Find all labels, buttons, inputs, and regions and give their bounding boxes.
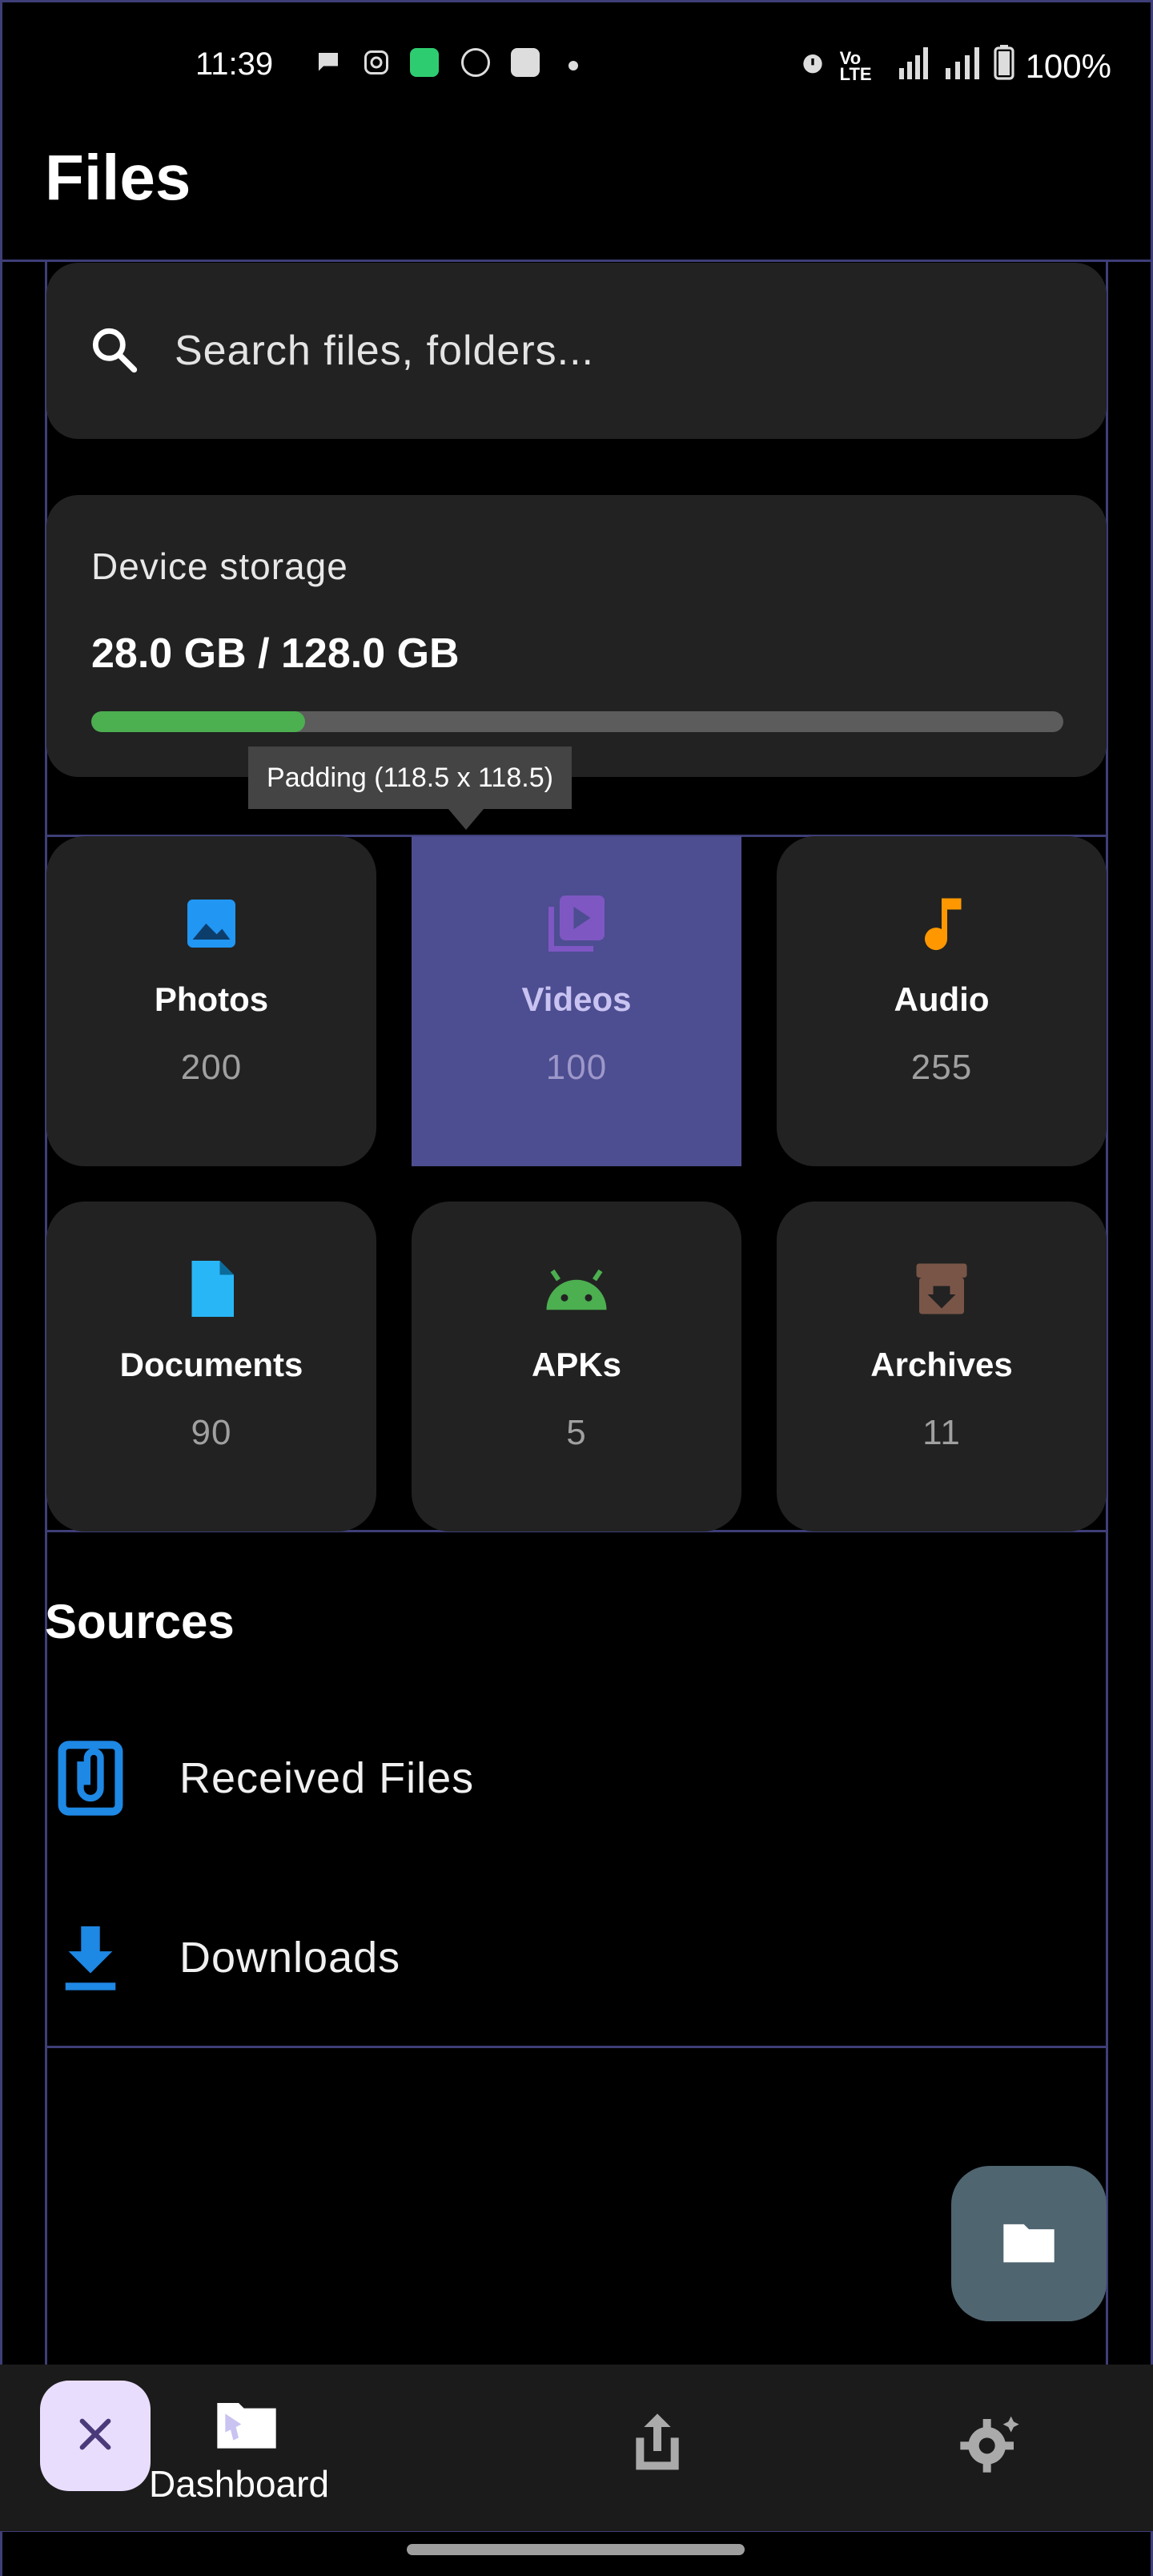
- app-notification-icon: [410, 48, 439, 77]
- category-name: APKs: [531, 1346, 622, 1383]
- category-count: 90: [191, 1413, 232, 1452]
- video-library-icon: [540, 888, 613, 960]
- message-icon: [314, 48, 343, 77]
- sources-title: Sources: [45, 1595, 235, 1648]
- category-count: 200: [180, 1048, 243, 1087]
- page-title: Files: [45, 142, 191, 213]
- folder-icon: [998, 2212, 1059, 2276]
- status-right: Vo LTE 100%: [797, 45, 1111, 88]
- source-label: Downloads: [179, 1934, 401, 1982]
- storage-value: 28.0 GB / 128.0 GB: [91, 630, 460, 677]
- tooltip-arrow: [448, 809, 484, 830]
- source-downloads[interactable]: Downloads: [46, 1886, 1107, 2030]
- category-documents[interactable]: Documents 90: [46, 1201, 376, 1532]
- category-name: Photos: [154, 980, 269, 1018]
- category-apks[interactable]: APKs 5: [412, 1201, 741, 1532]
- category-count: 5: [566, 1413, 587, 1452]
- home-indicator[interactable]: [407, 2544, 745, 2555]
- camera-notification-icon: [461, 48, 490, 77]
- archive-icon: [906, 1253, 978, 1325]
- category-name: Archives: [870, 1346, 1013, 1383]
- settings-icon[interactable]: [958, 2411, 1022, 2479]
- search-icon: [86, 322, 141, 380]
- source-label: Received Files: [179, 1754, 475, 1802]
- category-name: Videos: [521, 980, 632, 1018]
- source-received-files[interactable]: Received Files: [46, 1706, 1107, 1850]
- category-count: 11: [922, 1413, 961, 1452]
- storage-progress-fill: [91, 711, 306, 732]
- status-time: 11:39: [195, 46, 274, 82]
- new-folder-fab[interactable]: [951, 2166, 1107, 2321]
- storage-progress-bar: [91, 711, 1063, 732]
- close-button[interactable]: [40, 2381, 151, 2491]
- storage-label: Device storage: [91, 545, 348, 587]
- paytm-icon: [511, 48, 540, 77]
- category-audio[interactable]: Audio 255: [777, 836, 1107, 1166]
- category-name: Documents: [119, 1346, 303, 1383]
- dashboard-folder-icon[interactable]: [215, 2395, 279, 2455]
- category-name: Audio: [894, 980, 990, 1018]
- instagram-icon: [362, 48, 391, 77]
- more-notifications-dot: [568, 61, 578, 70]
- image-icon: [175, 888, 247, 960]
- category-count: 100: [545, 1048, 608, 1087]
- nav-dashboard-label[interactable]: Dashboard: [149, 2462, 329, 2506]
- category-photos[interactable]: Photos 200: [46, 836, 376, 1166]
- download-icon: [46, 1914, 135, 2002]
- category-count: 255: [910, 1048, 973, 1087]
- attachment-icon: [46, 1734, 135, 1822]
- music-note-icon: [906, 888, 978, 960]
- battery-icon: [993, 45, 1014, 88]
- document-icon: [175, 1253, 247, 1325]
- share-icon[interactable]: [629, 2411, 685, 2479]
- signal-5g-icon: [883, 46, 931, 87]
- volte-icon: Vo LTE: [839, 48, 872, 84]
- signal-icon: [942, 46, 982, 87]
- battery-percent: 100%: [1025, 47, 1111, 85]
- storage-card[interactable]: Device storage 28.0 GB / 128.0 GB: [46, 495, 1107, 777]
- search-input[interactable]: Search files, folders...: [46, 263, 1107, 439]
- close-icon: [73, 2412, 118, 2461]
- android-icon: [540, 1253, 613, 1325]
- category-archives[interactable]: Archives 11: [777, 1201, 1107, 1532]
- category-videos[interactable]: Videos 100: [412, 836, 741, 1166]
- alarm-icon: [797, 46, 829, 87]
- inspector-tooltip: Padding (118.5 x 118.5): [248, 747, 572, 809]
- search-placeholder: Search files, folders...: [175, 328, 594, 374]
